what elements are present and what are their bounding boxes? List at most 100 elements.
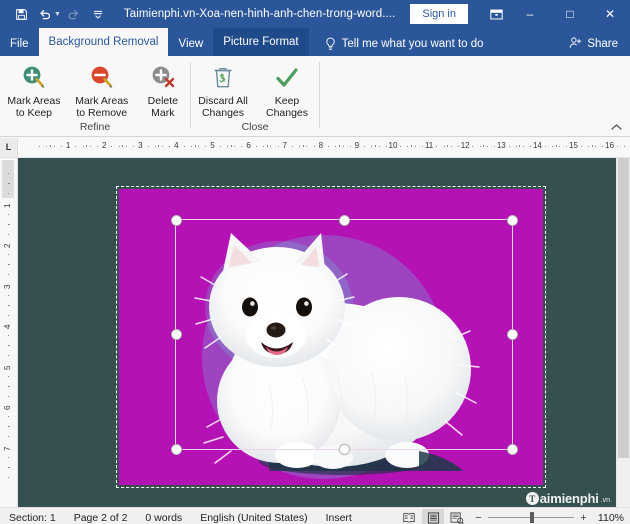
- read-mode-icon[interactable]: [398, 509, 420, 524]
- share-button[interactable]: Share: [569, 32, 630, 56]
- zoom-level[interactable]: 110%: [596, 512, 630, 524]
- save-icon[interactable]: [10, 3, 32, 25]
- horizontal-ruler[interactable]: L 1 2 3 4 5 6 7 8 9 10 11 12 13 14 15 16: [0, 137, 630, 158]
- ruler-tick: [241, 146, 243, 147]
- vruler-number: 3: [3, 284, 12, 289]
- ruler-tick: [328, 146, 329, 147]
- mark-areas-to-remove-icon: [88, 63, 116, 93]
- ruler-tick: [183, 146, 185, 147]
- undo-dropdown-icon[interactable]: ▼: [54, 11, 61, 18]
- vruler-tick: [8, 254, 9, 256]
- delete-mark-icon: [149, 63, 177, 93]
- ribbon-group-close-label: Close: [241, 121, 269, 133]
- close-button[interactable]: ✕: [590, 0, 630, 28]
- tell-me-search[interactable]: Tell me what you want to do: [315, 32, 494, 56]
- ruler-number: 9: [354, 141, 360, 150]
- handle-bottom-right[interactable]: [507, 444, 518, 455]
- tab-view[interactable]: View: [168, 32, 213, 56]
- handle-top-left[interactable]: [171, 215, 182, 226]
- tab-picture-format[interactable]: Picture Format: [213, 28, 309, 56]
- ruler-number: 5: [210, 141, 215, 150]
- status-bar: Section: 1 Page 2 of 2 0 words English (…: [0, 507, 630, 524]
- vruler-tick: [8, 355, 9, 357]
- delete-mark-button[interactable]: Delete Mark: [136, 61, 190, 119]
- mark-areas-to-keep-label: Mark Areas to Keep: [7, 95, 61, 119]
- ruler-half-tick: [519, 145, 521, 147]
- ruler-half-tick: [375, 145, 376, 147]
- zoom-control: − +: [474, 512, 596, 524]
- status-insert-mode[interactable]: Insert: [317, 512, 361, 524]
- tab-background-removal[interactable]: Background Removal: [38, 28, 169, 56]
- zoom-out-button[interactable]: −: [474, 512, 483, 524]
- background-removal-marquee[interactable]: [171, 215, 518, 455]
- ribbon-group-divider-2: [319, 62, 320, 128]
- handle-middle-left[interactable]: [171, 329, 182, 340]
- picture-selection[interactable]: [116, 186, 546, 488]
- vertical-ruler[interactable]: 1 2 3 4 5 6 7: [0, 158, 18, 507]
- tell-me-label: Tell me what you want to do: [341, 38, 484, 50]
- ribbon-display-options-icon[interactable]: [482, 0, 510, 28]
- vruler-number: 4: [3, 324, 12, 329]
- handle-bottom-center[interactable]: [339, 444, 350, 455]
- ribbon: Mark Areas to Keep Mark Areas to Remove …: [0, 56, 630, 137]
- ruler-tick: [60, 146, 62, 147]
- vruler-tick: [8, 416, 9, 418]
- ribbon-group-close: Discard All Changes Keep Changes Close: [191, 56, 319, 136]
- customize-qat-icon[interactable]: [87, 3, 109, 25]
- ruler-half-tick: [483, 145, 485, 147]
- ruler-half-tick: [122, 145, 124, 147]
- vruler-number: 2: [3, 243, 12, 248]
- handle-top-center[interactable]: [339, 215, 350, 226]
- handle-middle-right[interactable]: [507, 329, 518, 340]
- handle-top-right[interactable]: [507, 215, 518, 226]
- ruler-tick: [472, 146, 474, 147]
- document-canvas[interactable]: T aimienphi .vn: [18, 158, 616, 507]
- zoom-slider[interactable]: [488, 512, 574, 523]
- print-layout-icon[interactable]: [422, 509, 444, 524]
- ruler-number: 1: [65, 141, 71, 150]
- ruler-tick: [443, 146, 445, 147]
- status-section[interactable]: Section: 1: [0, 512, 65, 524]
- ruler-tick: [494, 146, 496, 147]
- vruler-tick: [8, 294, 9, 296]
- web-layout-icon[interactable]: [446, 509, 468, 524]
- ruler-half-tick: [302, 145, 304, 147]
- vertical-ruler-margin: [2, 160, 14, 198]
- sign-in-button[interactable]: Sign in: [410, 4, 468, 24]
- zoom-slider-knob[interactable]: [530, 512, 534, 523]
- zoom-in-button[interactable]: +: [579, 512, 588, 524]
- status-word-count[interactable]: 0 words: [136, 512, 191, 524]
- mark-areas-to-remove-button[interactable]: Mark Areas to Remove: [68, 61, 136, 119]
- status-language[interactable]: English (United States): [191, 512, 316, 524]
- vruler-tick: [8, 426, 10, 428]
- keep-changes-button[interactable]: Keep Changes: [255, 61, 319, 119]
- ruler-number: 16: [605, 141, 615, 150]
- vruler-tick: [8, 476, 9, 478]
- ruler-half-tick: [86, 145, 88, 147]
- tab-file[interactable]: File: [0, 32, 39, 56]
- ruler-number: 14: [532, 141, 542, 150]
- vertical-scrollbar[interactable]: [616, 158, 630, 507]
- status-page[interactable]: Page 2 of 2: [65, 512, 137, 524]
- handle-bottom-left[interactable]: [171, 444, 182, 455]
- ribbon-tab-strip: File Background Removal View Picture For…: [0, 28, 630, 56]
- ruler-tick: [299, 146, 301, 147]
- minimize-button[interactable]: –: [510, 0, 550, 28]
- chevron-up-icon[interactable]: [608, 120, 624, 134]
- discard-all-changes-button[interactable]: Discard All Changes: [191, 61, 255, 119]
- tab-stop-selector[interactable]: L: [0, 137, 18, 157]
- redo-icon[interactable]: [63, 3, 85, 25]
- ruler-half-tick: [411, 145, 413, 147]
- ruler-tick: [450, 146, 452, 147]
- scrollbar-thumb[interactable]: [618, 158, 629, 458]
- maximize-button[interactable]: □: [550, 0, 590, 28]
- undo-icon[interactable]: [34, 3, 56, 25]
- ruler-half-tick: [447, 145, 449, 147]
- ruler-number: 4: [174, 141, 179, 150]
- ruler-half-tick: [50, 145, 51, 147]
- mark-areas-to-keep-button[interactable]: Mark Areas to Keep: [0, 61, 68, 119]
- ruler-half-tick: [338, 145, 340, 147]
- ruler-tick: [39, 146, 41, 147]
- ruler-tick: [616, 146, 618, 147]
- title-bar: ▼ Taimienphi.vn-Xoa-nen-hinh-anh-chen-tr…: [0, 0, 630, 28]
